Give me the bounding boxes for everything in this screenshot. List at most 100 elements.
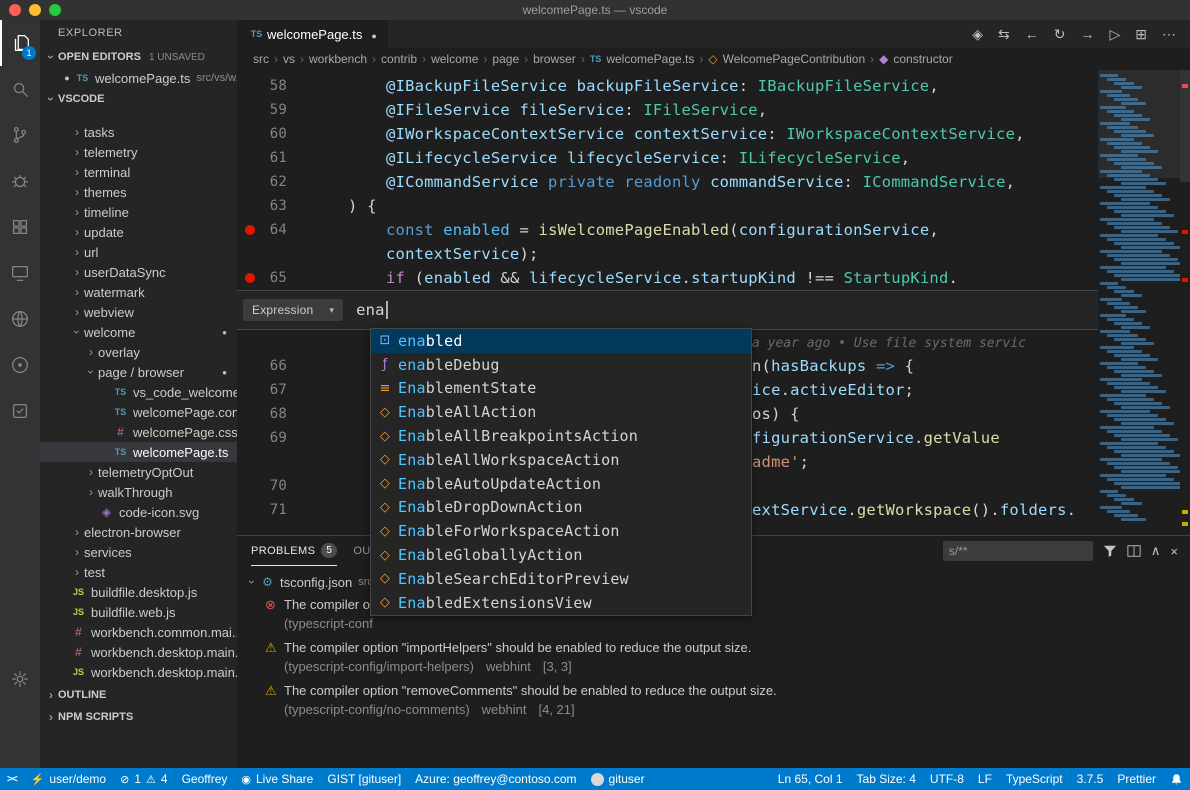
tree-item[interactable]: update bbox=[40, 222, 237, 242]
tree-item[interactable]: JSworkbench.desktop.main... bbox=[40, 662, 237, 682]
breadcrumb-item[interactable]: TSwelcomePage.ts bbox=[590, 52, 695, 66]
tree-item[interactable]: themes bbox=[40, 182, 237, 202]
tree-item[interactable]: telemetryOptOut bbox=[40, 462, 237, 482]
status-session[interactable]: ⚡user/demo bbox=[24, 768, 113, 790]
dirty-indicator-icon[interactable] bbox=[362, 27, 376, 42]
open-changes-icon[interactable]: ◈ bbox=[972, 26, 983, 43]
tree-item[interactable]: #workbench.desktop.main... bbox=[40, 642, 237, 662]
status-encoding[interactable]: UTF-8 bbox=[923, 768, 971, 790]
editor-gutter[interactable]: 69 bbox=[237, 426, 310, 450]
suggest-item[interactable]: ◇EnableDropDownAction bbox=[371, 496, 751, 520]
problems-filter-input[interactable]: s/** bbox=[943, 541, 1093, 561]
minimize-window-button[interactable] bbox=[29, 4, 41, 16]
editor-gutter[interactable]: 66 bbox=[237, 354, 310, 378]
code-line[interactable]: 59@IFileService fileService: IFileServic… bbox=[237, 98, 1098, 122]
editor-gutter[interactable]: 67 bbox=[237, 378, 310, 402]
suggest-item[interactable]: ◇EnabledExtensionsView bbox=[371, 591, 751, 615]
editor-gutter[interactable]: 68 bbox=[237, 402, 310, 426]
breadcrumb-item[interactable]: vs bbox=[283, 52, 295, 66]
code-line[interactable]: 63) { bbox=[237, 194, 1098, 218]
open-editors-header[interactable]: OPEN EDITORS 1 UNSAVED bbox=[40, 46, 237, 68]
activity-explorer-icon[interactable]: 1 bbox=[0, 20, 40, 66]
tab-welcomepage-ts[interactable]: TS welcomePage.ts bbox=[237, 20, 388, 48]
tree-item[interactable]: watermark bbox=[40, 282, 237, 302]
activity-live-share-icon[interactable] bbox=[0, 296, 40, 342]
tree-item[interactable]: terminal bbox=[40, 162, 237, 182]
status-formatter[interactable]: Prettier bbox=[1110, 768, 1163, 790]
code-line[interactable]: 65if (enabled && lifecycleService.startu… bbox=[237, 266, 1098, 290]
editor-gutter[interactable] bbox=[237, 330, 310, 354]
code-line[interactable]: 58@IBackupFileService backupFileService:… bbox=[237, 74, 1098, 98]
editor-gutter[interactable]: 59 bbox=[237, 98, 310, 122]
maximize-panel-icon[interactable]: ∧ bbox=[1151, 543, 1161, 559]
close-window-button[interactable] bbox=[9, 4, 21, 16]
open-editor-item[interactable]: ●TSwelcomePage.tssrc/vs/w... bbox=[40, 68, 237, 88]
problem-row[interactable]: ⚠The compiler option "removeComments" sh… bbox=[237, 679, 1190, 722]
suggest-item[interactable]: ◇EnableAllBreakpointsAction bbox=[371, 424, 751, 448]
tree-item[interactable]: timeline bbox=[40, 202, 237, 222]
status-remote-window[interactable]: >< bbox=[0, 768, 24, 790]
status-azure-account[interactable]: Azure: geoffrey@contoso.com bbox=[408, 768, 583, 790]
activity-gitlens-icon[interactable] bbox=[0, 388, 40, 434]
status-notifications-bell[interactable] bbox=[1163, 768, 1190, 790]
npm-scripts-header[interactable]: NPM SCRIPTS bbox=[40, 706, 237, 728]
panel-tab-problems[interactable]: PROBLEMS5 bbox=[251, 536, 337, 566]
breakpoint-icon[interactable] bbox=[245, 273, 255, 283]
navigate-back-icon[interactable]: ← bbox=[1025, 26, 1039, 43]
code-line[interactable]: 60@IWorkspaceContextService contextServi… bbox=[237, 122, 1098, 146]
status-cursor-position[interactable]: Ln 65, Col 1 bbox=[771, 768, 850, 790]
tree-item[interactable]: ◈code-icon.svg bbox=[40, 502, 237, 522]
suggest-item[interactable]: ≡EnablementState bbox=[371, 377, 751, 401]
editor-gutter[interactable]: 63 bbox=[237, 194, 310, 218]
editor-gutter[interactable]: 70 bbox=[237, 474, 310, 498]
overview-ruler[interactable] bbox=[1180, 70, 1190, 535]
editor-gutter[interactable]: 58 bbox=[237, 74, 310, 98]
navigate-forward-icon[interactable]: → bbox=[1080, 26, 1094, 43]
breadcrumb-item[interactable]: ◆constructor bbox=[879, 52, 953, 66]
editor-gutter[interactable]: 62 bbox=[237, 170, 310, 194]
breadcrumb-item[interactable]: browser bbox=[533, 52, 576, 66]
breakpoint-icon[interactable] bbox=[245, 225, 255, 235]
code-line[interactable]: 61@ILifecycleService lifecycleService: I… bbox=[237, 146, 1098, 170]
status-ts-version[interactable]: 3.7.5 bbox=[1070, 768, 1111, 790]
compare-with-saved-icon[interactable]: ⇆ bbox=[998, 26, 1010, 43]
code-line[interactable]: contextService); bbox=[237, 242, 1098, 266]
status-live-share[interactable]: ◉Live Share bbox=[234, 768, 320, 790]
status-indentation[interactable]: Tab Size: 4 bbox=[850, 768, 923, 790]
suggest-item[interactable]: ⊡enabled bbox=[371, 329, 751, 353]
tree-item[interactable]: walkThrough bbox=[40, 482, 237, 502]
breadcrumb-item[interactable]: ◇WelcomePageContribution bbox=[708, 52, 865, 66]
suggest-item[interactable]: ƒenableDebug bbox=[371, 353, 751, 377]
editor-gutter[interactable]: 64 bbox=[237, 218, 310, 242]
status-github-user[interactable]: gituser bbox=[584, 768, 652, 790]
editor-gutter[interactable] bbox=[237, 242, 310, 266]
editor-gutter[interactable]: 65 bbox=[237, 266, 310, 290]
code-line[interactable]: 64const enabled = isWelcomePageEnabled(c… bbox=[237, 218, 1098, 242]
activity-run-debug-icon[interactable] bbox=[0, 158, 40, 204]
activity-settings-icon[interactable] bbox=[0, 656, 40, 702]
breadcrumb-item[interactable]: page bbox=[492, 52, 519, 66]
tree-item[interactable]: electron-browser bbox=[40, 522, 237, 542]
editor-gutter[interactable] bbox=[237, 450, 310, 474]
status-gist[interactable]: GIST [gituser] bbox=[320, 768, 408, 790]
editor-gutter[interactable]: 71 bbox=[237, 498, 310, 522]
tree-item[interactable]: services bbox=[40, 542, 237, 562]
close-panel-icon[interactable]: × bbox=[1170, 544, 1178, 559]
filter-icon[interactable] bbox=[1103, 544, 1117, 558]
zoom-window-button[interactable] bbox=[49, 4, 61, 16]
outline-header[interactable]: OUTLINE bbox=[40, 684, 237, 706]
run-icon[interactable]: ▷ bbox=[1109, 26, 1120, 43]
editor-gutter[interactable]: 60 bbox=[237, 122, 310, 146]
tree-item[interactable]: page / browser● bbox=[40, 362, 237, 382]
tree-item[interactable]: TSwelcomePage.ts bbox=[40, 442, 237, 462]
tree-item[interactable]: overlay bbox=[40, 342, 237, 362]
status-user[interactable]: Geoffrey bbox=[175, 768, 235, 790]
tree-item[interactable]: #welcomePage.css2 bbox=[40, 422, 237, 442]
status-language-mode[interactable]: TypeScript bbox=[999, 768, 1070, 790]
tree-item[interactable]: tasks bbox=[40, 122, 237, 142]
condition-expression-input[interactable]: ena bbox=[356, 291, 1098, 329]
tree-item[interactable]: url bbox=[40, 242, 237, 262]
tree-item[interactable]: JSbuildfile.desktop.js bbox=[40, 582, 237, 602]
split-editor-icon[interactable]: ⊞ bbox=[1135, 26, 1147, 43]
breadcrumb-item[interactable]: workbench bbox=[309, 52, 367, 66]
